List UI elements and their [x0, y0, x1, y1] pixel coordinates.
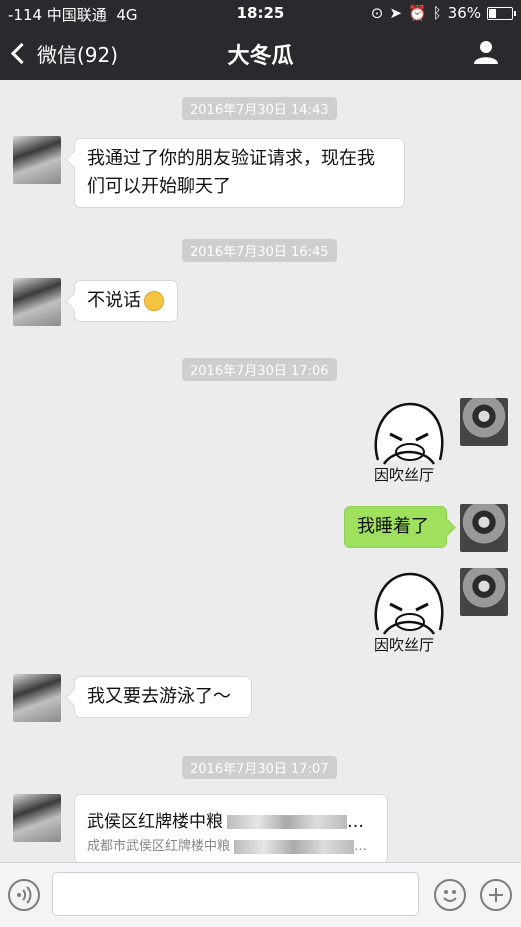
my-avatar[interactable] — [460, 398, 508, 446]
lock-rotation-icon: ⊙ — [370, 4, 384, 22]
timestamp: 2016年7月30日 17:06 — [182, 358, 337, 381]
chat-title: 大冬瓜 — [227, 44, 294, 69]
message-bubble[interactable]: 我通过了你的朋友验证请求，现在我们可以开始聊天了 — [74, 138, 405, 208]
contact-avatar[interactable] — [13, 278, 61, 326]
message-input[interactable] — [52, 872, 419, 916]
location-address-text: 成都市武侯区红牌楼中粮 — [87, 839, 231, 854]
timestamp: 2016年7月30日 16:45 — [182, 239, 337, 262]
location-message[interactable]: 武侯区红牌楼中粮… 成都市武侯区红牌楼中粮… — [74, 794, 388, 862]
nav-bar: 微信(92) 大冬瓜 — [0, 26, 521, 80]
status-right: ⊙ ➤ ⏰ ᛒ 36% — [370, 4, 516, 22]
message-bubble[interactable]: 我睡着了 — [344, 506, 447, 548]
my-avatar[interactable] — [460, 504, 508, 552]
message-bubble[interactable]: 不说话 — [74, 280, 178, 322]
blurred-text — [227, 815, 347, 829]
message-text: 不说话 — [87, 290, 141, 311]
emoji-icon[interactable] — [434, 879, 466, 911]
location-title-text: 武侯区红牌楼中粮 — [87, 812, 223, 832]
location-address: 成都市武侯区红牌楼中粮… — [87, 839, 368, 854]
blurred-text — [234, 839, 355, 854]
timestamp: 2016年7月30日 14:43 — [182, 97, 337, 120]
sticker-caption: 因吹丝厅 — [374, 466, 435, 484]
location-icon: ➤ — [389, 4, 402, 22]
battery-fill — [489, 8, 496, 18]
sticker-caption: 因吹丝厅 — [374, 636, 435, 654]
battery-percent: 36% — [447, 4, 481, 22]
voice-icon[interactable] — [8, 879, 40, 911]
emoji-sleepy-icon — [144, 291, 164, 311]
message-list[interactable]: 2016年7月30日 14:43 我通过了你的朋友验证请求，现在我们可以开始聊天… — [0, 80, 521, 862]
alarm-icon: ⏰ — [407, 4, 427, 22]
bluetooth-icon: ᛒ — [432, 4, 442, 22]
person-icon[interactable] — [473, 39, 499, 65]
timestamp: 2016年7月30日 17:07 — [182, 756, 337, 779]
message-bubble[interactable]: 我又要去游泳了～ — [74, 676, 252, 718]
input-bar — [0, 862, 521, 927]
status-bar: -114 中国联通 4G 18:25 ⊙ ➤ ⏰ ᛒ 36% — [0, 0, 521, 26]
my-avatar[interactable] — [460, 568, 508, 616]
contact-avatar[interactable] — [13, 136, 61, 184]
battery-icon — [487, 6, 516, 20]
location-title: 武侯区红牌楼中粮… — [87, 812, 364, 832]
contact-avatar[interactable] — [13, 794, 61, 842]
plus-icon[interactable] — [480, 879, 512, 911]
contact-avatar[interactable] — [13, 674, 61, 722]
